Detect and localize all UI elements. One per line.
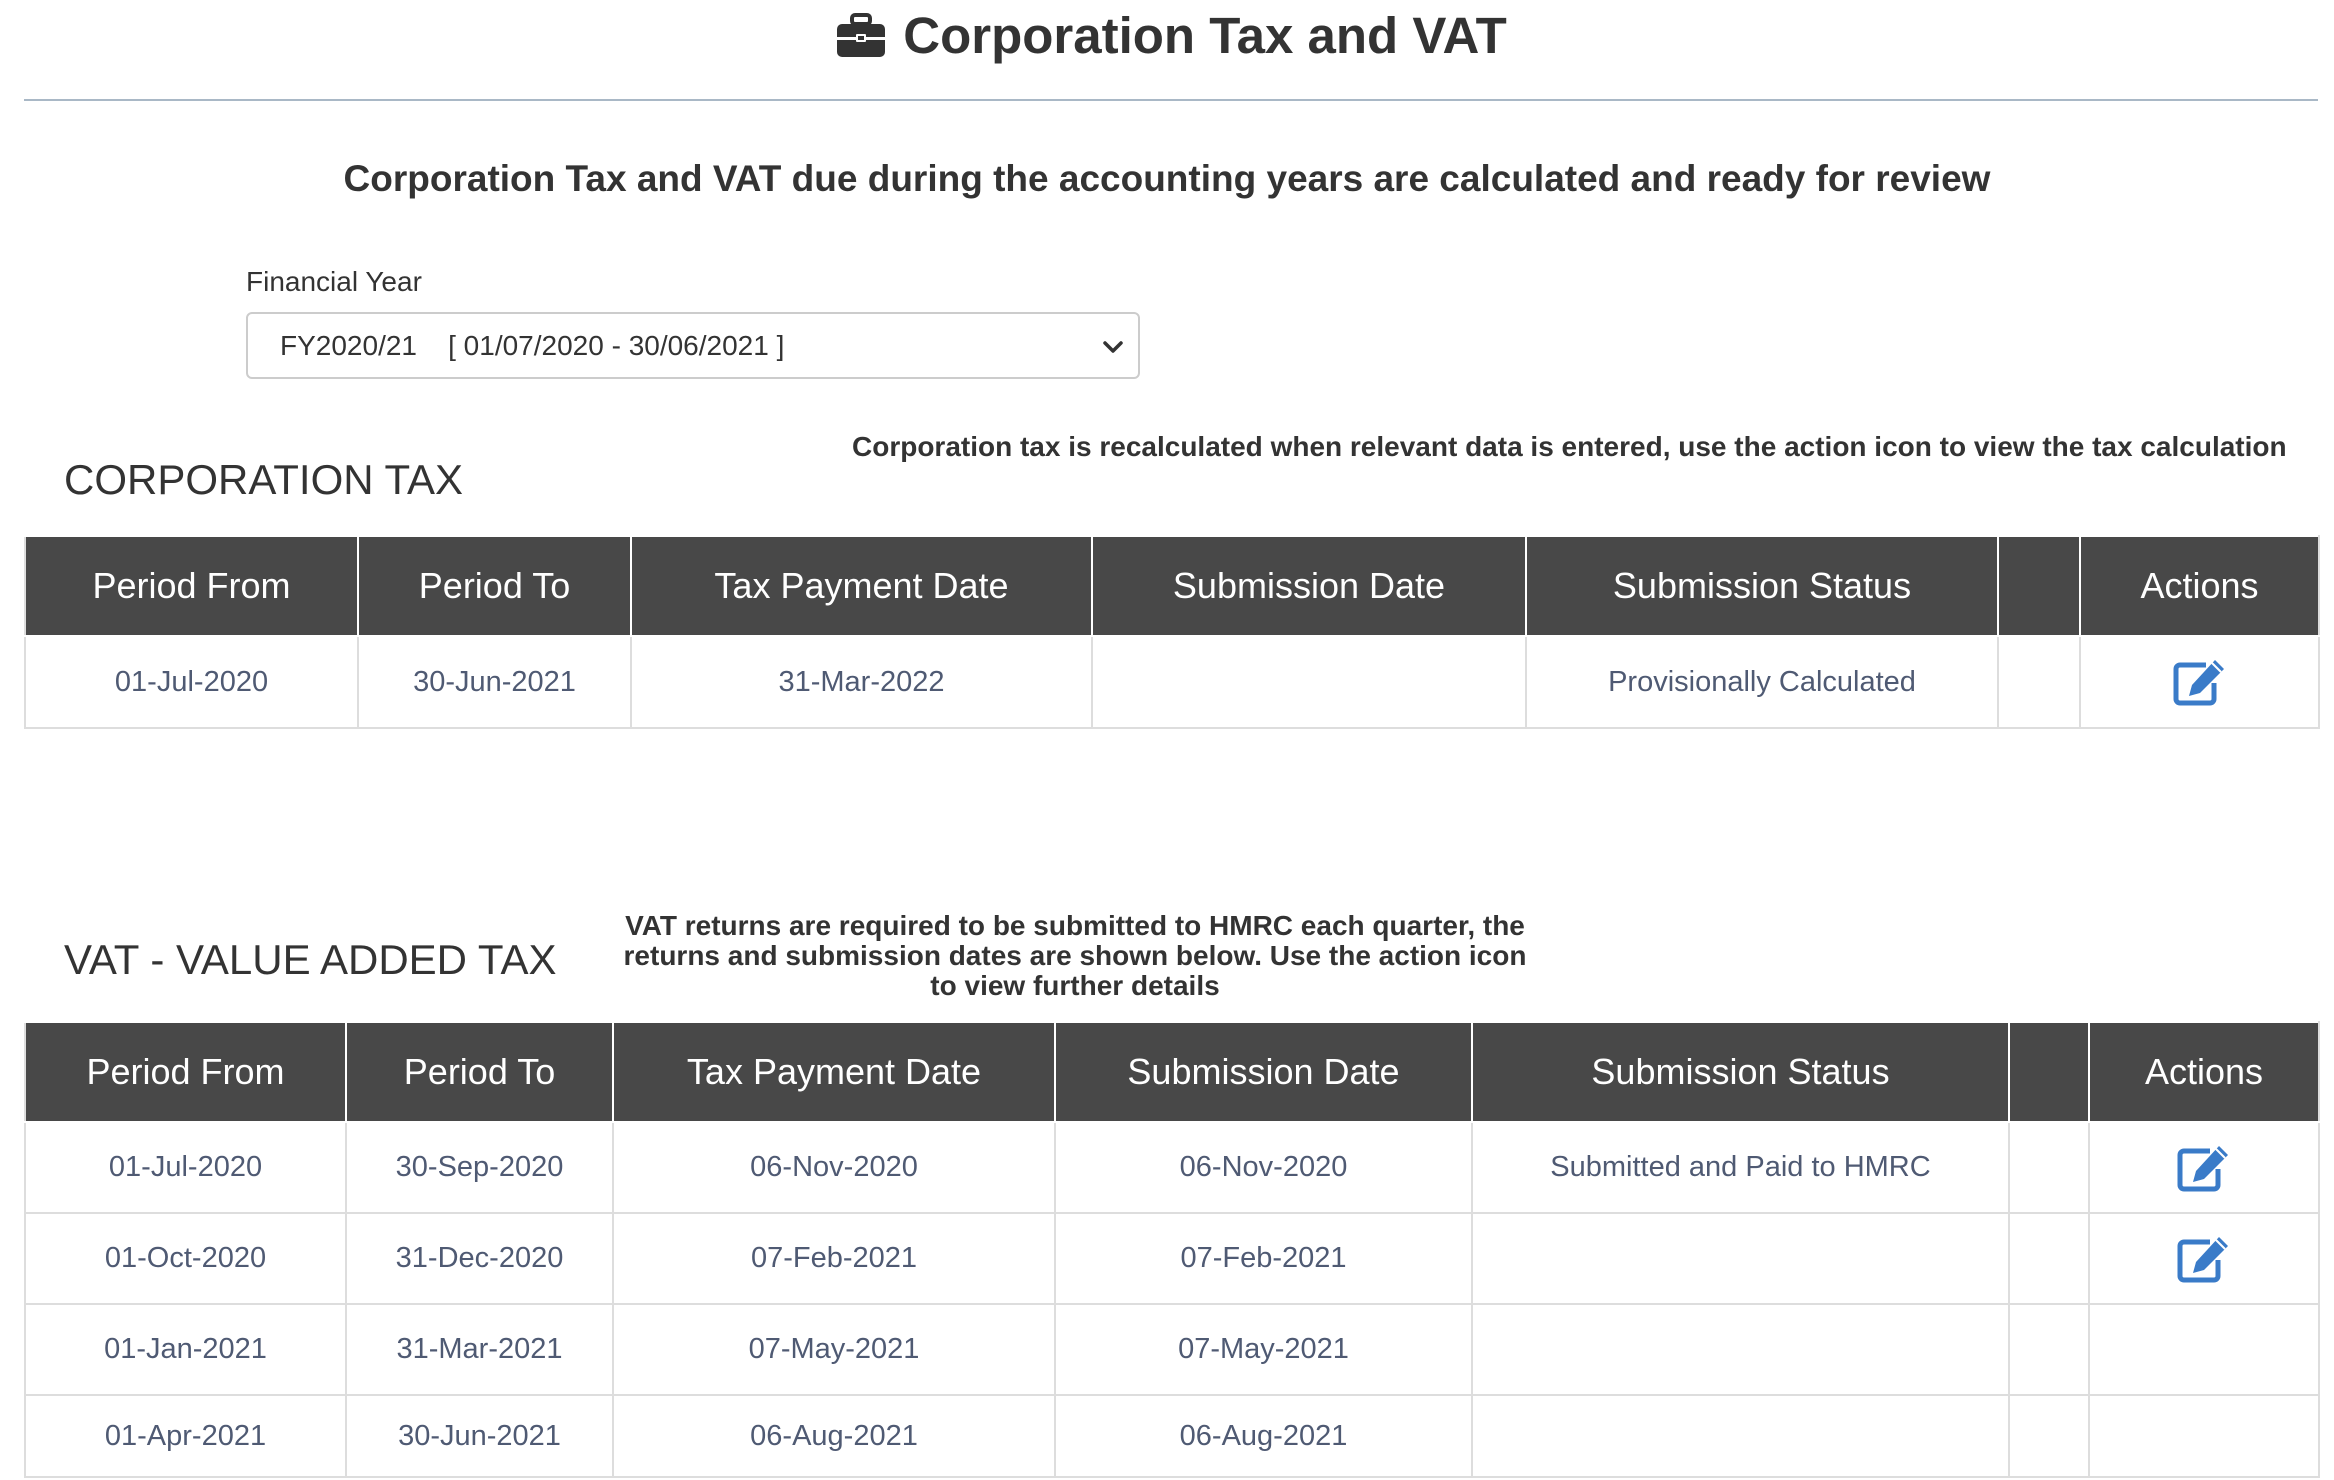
column-header-tax-payment-date[interactable]: Tax Payment Date	[612, 1021, 1056, 1123]
table-row: 01-Oct-2020 31-Dec-2020 07-Feb-2021 07-Feb-…	[24, 1212, 2320, 1305]
vat-note-line: to view further details	[930, 970, 1220, 1001]
cell-submission-status	[1471, 1394, 2010, 1478]
page-title-text: Corporation Tax and VAT	[903, 7, 1507, 64]
cell-tax-payment-date: 31-Mar-2022	[630, 635, 1093, 729]
column-header-period-to[interactable]: Period To	[345, 1021, 614, 1123]
cell-tax-payment-date: 07-May-2021	[612, 1303, 1056, 1396]
column-header-blank	[1997, 535, 2081, 637]
vat-note-line: returns and submission dates are shown b…	[623, 940, 1527, 971]
cell-submission-date: 07-May-2021	[1054, 1303, 1473, 1396]
column-header-actions: Actions	[2088, 1021, 2320, 1123]
cell-period-from: 01-Jan-2021	[24, 1303, 347, 1396]
cell-period-to: 31-Mar-2021	[345, 1303, 614, 1396]
table-row: 01-Jul-2020 30-Jun-2021 31-Mar-2022 Provisi…	[24, 635, 2320, 729]
column-header-submission-date[interactable]: Submission Date	[1054, 1021, 1473, 1123]
edit-icon[interactable]	[2172, 657, 2228, 707]
cell-submission-date: 07-Feb-2021	[1054, 1212, 1473, 1305]
page: Corporation Tax and VAT Corporation Tax …	[0, 0, 2334, 1480]
cell-period-from: 01-Oct-2020	[24, 1212, 347, 1305]
vat-note-line: VAT returns are required to be submitted…	[625, 910, 1525, 941]
vat-rows: 01-Jul-2020 30-Sep-2020 06-Nov-2020 06-Nov-…	[24, 1121, 2320, 1478]
page-header: Corporation Tax and VAT	[24, 0, 2318, 101]
cell-submission-status: Provisionally Calculated	[1525, 635, 1999, 729]
column-header-blank	[2008, 1021, 2090, 1123]
table-row: 01-Jul-2020 30-Sep-2020 06-Nov-2020 06-Nov-…	[24, 1121, 2320, 1214]
cell-blank	[1997, 635, 2081, 729]
corporation-tax-note: Corporation tax is recalculated when rel…	[852, 431, 2287, 462]
cell-blank	[2008, 1394, 2090, 1478]
cell-blank	[2008, 1121, 2090, 1214]
corporation-tax-rows: 01-Jul-2020 30-Jun-2021 31-Mar-2022 Provisi…	[24, 635, 2320, 729]
financial-year-label: Financial Year	[246, 266, 422, 297]
cell-submission-status	[1471, 1212, 2010, 1305]
cell-submission-status: Submitted and Paid to HMRC	[1471, 1121, 2010, 1214]
cell-actions	[2088, 1121, 2320, 1214]
chevron-down-icon	[1103, 341, 1123, 353]
cell-tax-payment-date: 07-Feb-2021	[612, 1212, 1056, 1305]
vat-table: Period From Period To Tax Payment Date S…	[24, 1021, 2320, 1478]
column-header-submission-status[interactable]: Submission Status	[1525, 535, 1999, 637]
page-title: Corporation Tax and VAT	[835, 6, 1507, 65]
cell-period-to: 30-Jun-2021	[357, 635, 632, 729]
column-header-period-from[interactable]: Period From	[24, 1021, 347, 1123]
column-header-tax-payment-date[interactable]: Tax Payment Date	[630, 535, 1093, 637]
edit-icon[interactable]	[2176, 1143, 2232, 1193]
column-header-submission-date[interactable]: Submission Date	[1091, 535, 1527, 637]
briefcase-icon	[837, 12, 886, 57]
cell-period-from: 01-Jul-2020	[24, 1121, 347, 1214]
cell-tax-payment-date: 06-Aug-2021	[612, 1394, 1056, 1478]
cell-submission-status	[1471, 1303, 2010, 1396]
edit-icon[interactable]	[2176, 1234, 2232, 1284]
cell-tax-payment-date: 06-Nov-2020	[612, 1121, 1056, 1214]
financial-year-value: FY2020/21 [ 01/07/2020 - 30/06/2021 ]	[280, 329, 785, 361]
corporation-tax-table: Period From Period To Tax Payment Date S…	[24, 535, 2320, 729]
cell-period-to: 31-Dec-2020	[345, 1212, 614, 1305]
column-header-period-to[interactable]: Period To	[357, 535, 632, 637]
cell-submission-date: 06-Aug-2021	[1054, 1394, 1473, 1478]
column-header-submission-status[interactable]: Submission Status	[1471, 1021, 2010, 1123]
cell-period-to: 30-Sep-2020	[345, 1121, 614, 1214]
corporation-tax-title: CORPORATION TAX	[64, 456, 464, 503]
cell-submission-date	[1091, 635, 1527, 729]
cell-actions	[2088, 1394, 2320, 1478]
column-header-period-from[interactable]: Period From	[24, 535, 359, 637]
cell-period-from: 01-Apr-2021	[24, 1394, 347, 1478]
table-row: 01-Jan-2021 31-Mar-2021 07-May-2021 07-May-…	[24, 1303, 2320, 1396]
vat-note: VAT returns are required to be submitted…	[600, 911, 1550, 1001]
column-header-actions: Actions	[2079, 535, 2320, 637]
financial-year-select[interactable]: FY2020/21 [ 01/07/2020 - 30/06/2021 ]	[246, 312, 1140, 379]
table-row: 01-Apr-2021 30-Jun-2021 06-Aug-2021 06-Aug-…	[24, 1394, 2320, 1478]
vat-title: VAT - VALUE ADDED TAX	[64, 936, 557, 983]
cell-blank	[2008, 1212, 2090, 1305]
cell-period-from: 01-Jul-2020	[24, 635, 359, 729]
cell-blank	[2008, 1303, 2090, 1396]
table-header-row: Period From Period To Tax Payment Date S…	[24, 535, 2320, 637]
cell-period-to: 30-Jun-2021	[345, 1394, 614, 1478]
cell-actions	[2088, 1212, 2320, 1305]
cell-submission-date: 06-Nov-2020	[1054, 1121, 1473, 1214]
cell-actions	[2088, 1303, 2320, 1396]
table-header-row: Period From Period To Tax Payment Date S…	[24, 1021, 2320, 1123]
page-subtitle: Corporation Tax and VAT due during the a…	[343, 158, 1991, 199]
cell-actions	[2079, 635, 2320, 729]
